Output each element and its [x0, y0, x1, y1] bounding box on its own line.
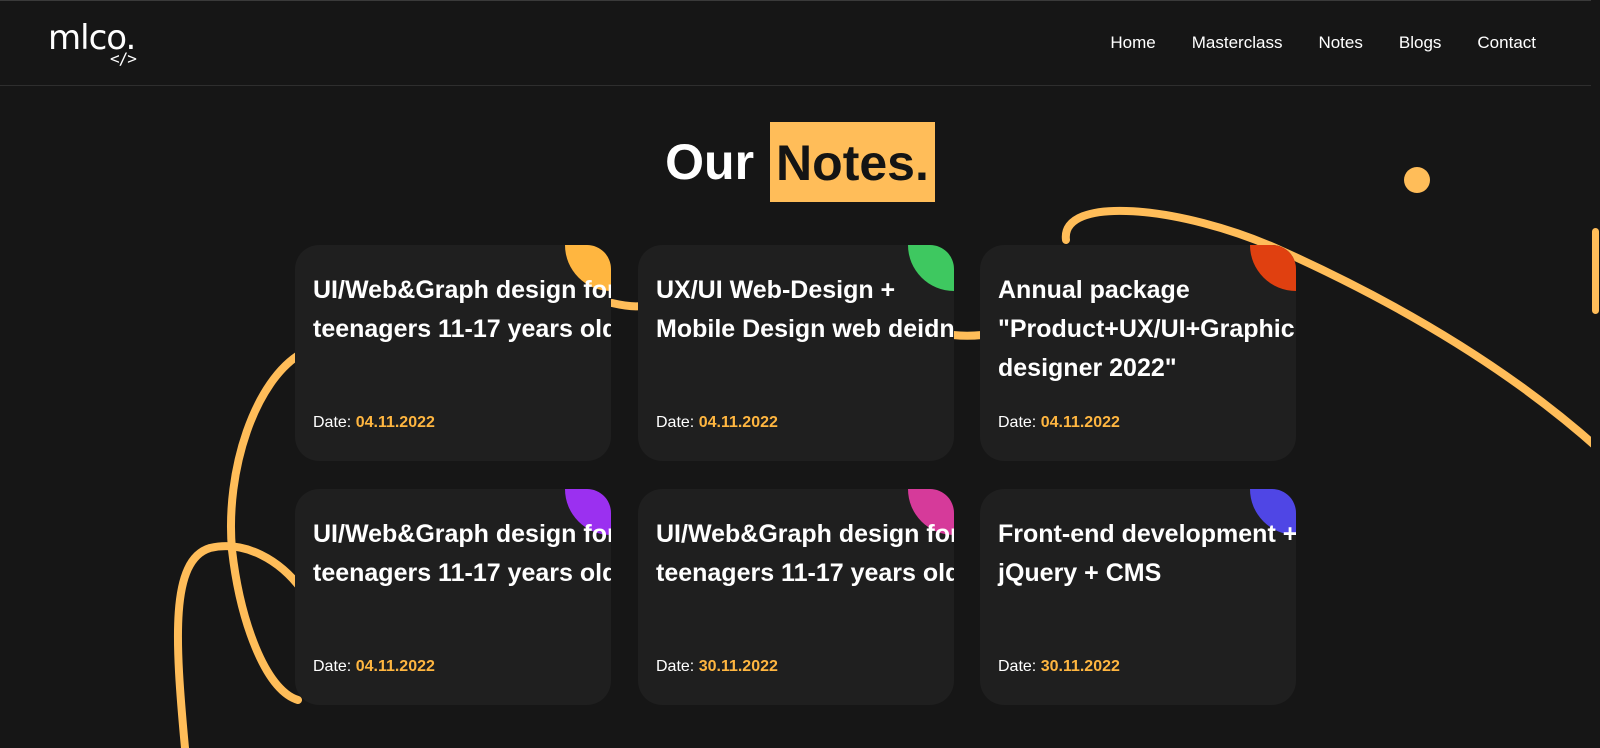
- date-value: 04.11.2022: [355, 414, 435, 431]
- notes-grid: UI/Web&Graph design for teenagers 11-17 …: [295, 245, 1296, 705]
- note-date-row: Date: 04.11.2022: [656, 413, 778, 433]
- nav-notes[interactable]: Notes: [1318, 32, 1362, 54]
- scrollbar-track[interactable]: [1591, 0, 1600, 748]
- note-title: UX/UI Web-Design + Mobile Design web dei…: [656, 276, 954, 343]
- top-border: [0, 0, 1600, 1]
- site-header: mlco. </> Home Masterclass Notes Blogs C…: [0, 0, 1600, 86]
- date-value: 30.11.2022: [1040, 658, 1120, 675]
- scrollbar-thumb[interactable]: [1592, 228, 1599, 314]
- section-title: Our Notes.: [0, 122, 1600, 202]
- main-nav: Home Masterclass Notes Blogs Contact: [1110, 32, 1536, 54]
- note-date-row: Date: 04.11.2022: [313, 657, 435, 677]
- date-label: Date:: [998, 658, 1037, 675]
- title-plain: Our: [665, 134, 755, 190]
- date-label: Date:: [656, 658, 695, 675]
- note-card[interactable]: UX/UI Web-Design + Mobile Design web dei…: [638, 245, 954, 461]
- note-title: Annual package "Product+UX/UI+Graphic de…: [998, 276, 1295, 382]
- date-label: Date:: [313, 658, 352, 675]
- date-label: Date:: [998, 414, 1037, 431]
- date-value: 04.11.2022: [355, 658, 435, 675]
- date-value: 04.11.2022: [1040, 414, 1120, 431]
- title-highlight: Notes.: [770, 122, 935, 202]
- note-date-row: Date: 30.11.2022: [998, 657, 1120, 677]
- logo[interactable]: mlco. </>: [48, 18, 158, 70]
- note-date-row: Date: 30.11.2022: [656, 657, 778, 677]
- nav-contact[interactable]: Contact: [1477, 32, 1536, 54]
- note-date-row: Date: 04.11.2022: [998, 413, 1120, 433]
- note-card[interactable]: Annual package "Product+UX/UI+Graphic de…: [980, 245, 1296, 461]
- note-card[interactable]: UI/Web&Graph design for teenagers 11-17 …: [295, 489, 611, 705]
- nav-home[interactable]: Home: [1110, 32, 1155, 54]
- date-value: 04.11.2022: [698, 414, 778, 431]
- note-card[interactable]: Front-end development + jQuery + CMS Dat…: [980, 489, 1296, 705]
- date-label: Date:: [313, 414, 352, 431]
- note-date-row: Date: 04.11.2022: [313, 413, 435, 433]
- note-card[interactable]: UI/Web&Graph design for teenagers 11-17 …: [638, 489, 954, 705]
- code-icon: </>: [110, 49, 137, 68]
- note-title: UI/Web&Graph design for teenagers 11-17 …: [313, 520, 611, 587]
- note-title: UI/Web&Graph design for teenagers 11-17 …: [313, 276, 611, 343]
- nav-masterclass[interactable]: Masterclass: [1192, 32, 1283, 54]
- nav-blogs[interactable]: Blogs: [1399, 32, 1442, 54]
- note-title: Front-end development + jQuery + CMS: [998, 520, 1296, 587]
- note-card[interactable]: UI/Web&Graph design for teenagers 11-17 …: [295, 245, 611, 461]
- note-title: UI/Web&Graph design for teenagers 11-17 …: [656, 520, 954, 587]
- date-label: Date:: [656, 414, 695, 431]
- date-value: 30.11.2022: [698, 658, 778, 675]
